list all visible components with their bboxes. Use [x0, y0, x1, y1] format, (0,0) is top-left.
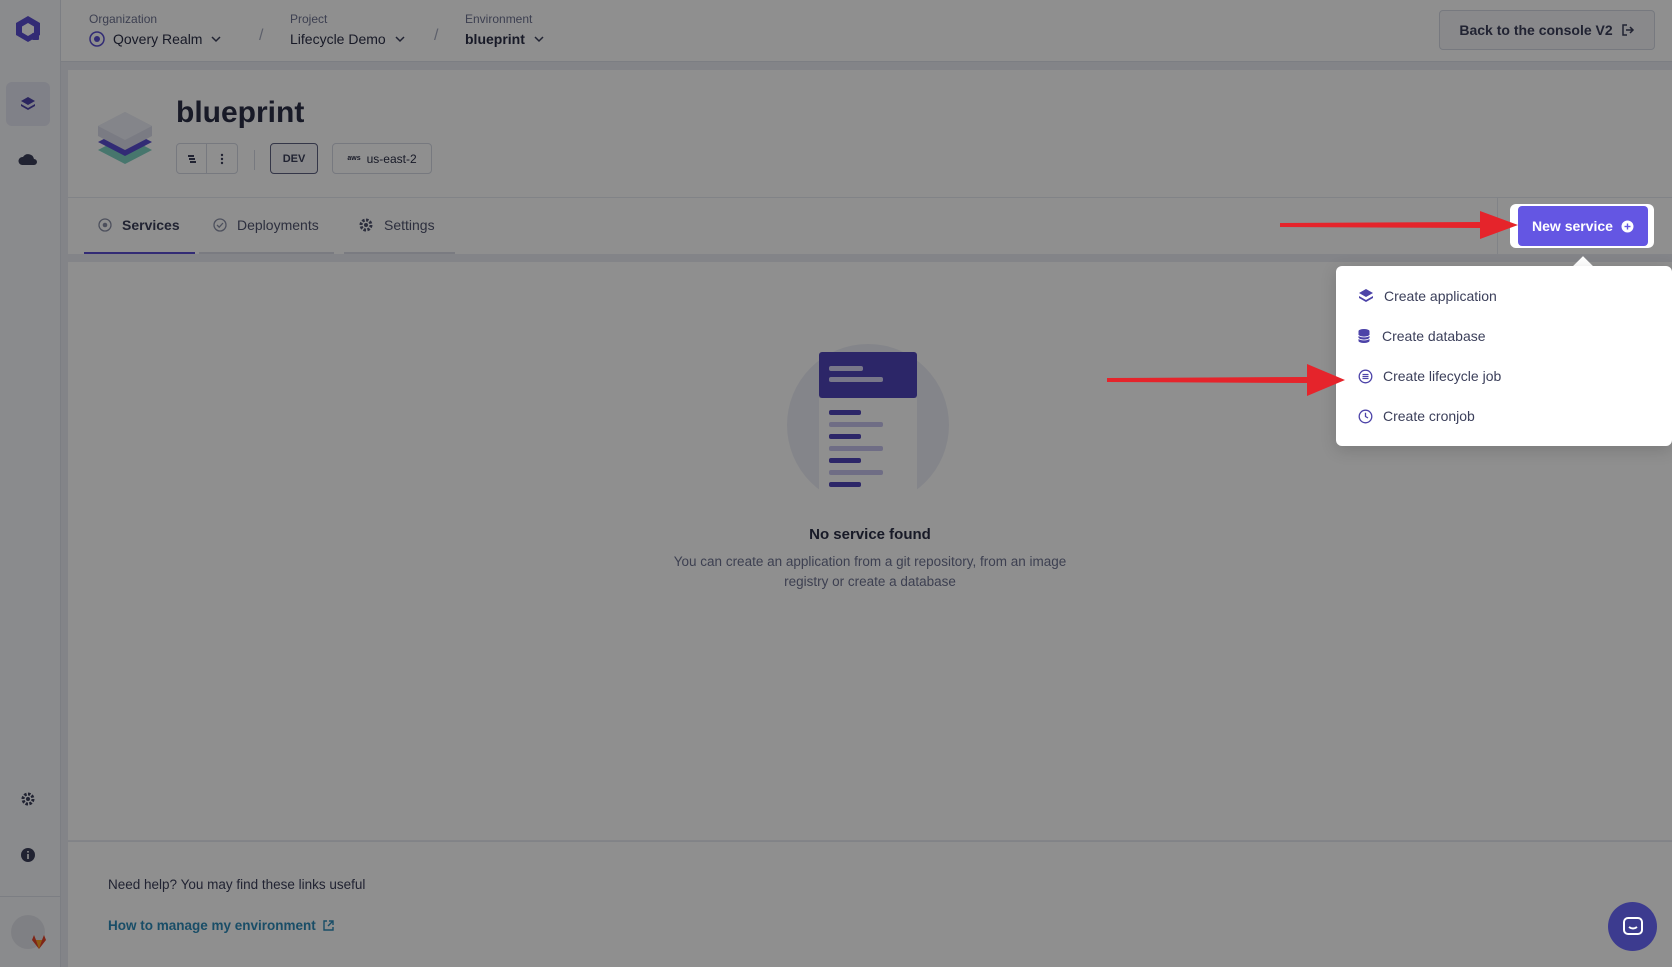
plus-circle-icon	[1621, 220, 1634, 232]
lifecycle-icon	[1358, 369, 1373, 383]
menu-item-label: Create cronjob	[1383, 408, 1475, 424]
menu-item-create-database[interactable]: Create database	[1336, 316, 1672, 356]
menu-item-create-cronjob[interactable]: Create cronjob	[1336, 396, 1672, 436]
new-service-button[interactable]: New service	[1518, 206, 1648, 246]
annotation-arrow-icon	[1280, 211, 1518, 239]
annotation-arrow-icon	[1107, 364, 1345, 396]
clock-icon	[1358, 409, 1373, 423]
menu-item-label: Create application	[1384, 288, 1497, 304]
menu-item-label: Create lifecycle job	[1383, 368, 1502, 384]
new-service-label: New service	[1532, 218, 1613, 234]
menu-item-create-application[interactable]: Create application	[1336, 276, 1672, 316]
menu-item-label: Create database	[1382, 328, 1486, 344]
database-icon	[1358, 329, 1370, 343]
chat-icon	[1622, 916, 1643, 935]
menu-item-create-lifecycle-job[interactable]: Create lifecycle job	[1337, 354, 1667, 398]
modal-backdrop[interactable]	[0, 0, 1672, 967]
chat-support-button[interactable]	[1608, 902, 1657, 951]
layers-icon	[1359, 289, 1373, 302]
